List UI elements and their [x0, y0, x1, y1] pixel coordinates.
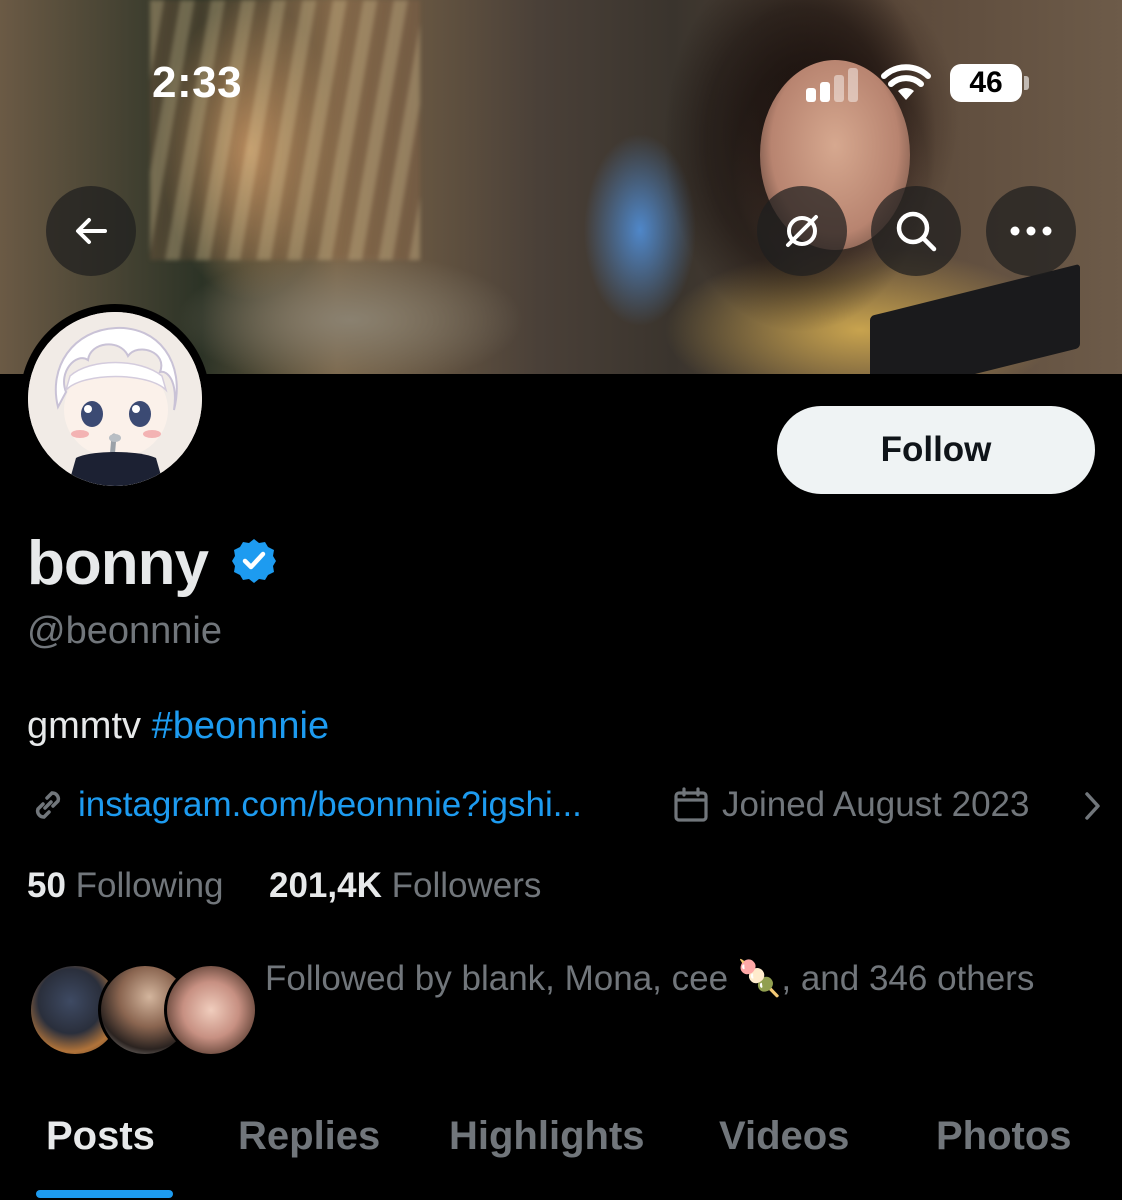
chevron-right-icon[interactable] [1082, 789, 1104, 828]
tab-replies[interactable]: Replies [238, 1114, 380, 1159]
tab-posts[interactable]: Posts [46, 1114, 155, 1159]
cellular-signal-icon [806, 66, 862, 102]
bio-text: gmmtv [27, 705, 141, 747]
joined-date: Joined August 2023 [722, 785, 1030, 824]
followed-by-avatars[interactable] [28, 963, 258, 1057]
follow-stats: 50 Following 201,4K Followers [27, 866, 541, 906]
back-button[interactable] [46, 186, 136, 276]
search-button[interactable] [871, 186, 961, 276]
follow-button[interactable]: Follow [777, 406, 1095, 494]
tab-highlights[interactable]: Highlights [449, 1114, 645, 1159]
more-horizontal-icon [1010, 226, 1052, 236]
profile-handle: @beonnnie [27, 610, 222, 652]
following-label: Following [75, 866, 224, 905]
display-name: bonny [27, 529, 209, 598]
battery-indicator: 46 [950, 64, 1022, 102]
status-time: 2:33 [152, 58, 243, 107]
grok-icon [786, 215, 818, 247]
battery-nub [1024, 76, 1029, 90]
profile-avatar[interactable] [20, 304, 210, 494]
more-options-button[interactable] [986, 186, 1076, 276]
search-icon [896, 211, 937, 252]
verified-badge-icon[interactable] [230, 537, 278, 590]
calendar-icon [672, 786, 710, 829]
followed-by-text[interactable]: Followed by blank, Mona, cee 🍡, and 346 … [265, 952, 1065, 1006]
mutual-avatar [164, 963, 258, 1057]
profile-website-link[interactable]: instagram.com/beonnnie?igshi... [78, 785, 582, 825]
wifi-icon [880, 64, 932, 107]
profile-banner[interactable] [0, 0, 1122, 374]
followed-by-suffix: , and 346 others [781, 959, 1035, 998]
banner-curtain [150, 0, 420, 260]
followed-by-emoji: 🍡 [737, 959, 782, 998]
grok-button[interactable] [757, 186, 847, 276]
profile-bio: gmmtv #beonnnie [27, 705, 329, 748]
followers-label: Followers [391, 866, 542, 905]
avatar-image [28, 312, 202, 486]
active-tab-indicator [36, 1190, 173, 1198]
tab-videos[interactable]: Videos [719, 1114, 849, 1159]
arrow-left-icon [76, 218, 107, 244]
profile-tabs: Posts Replies Highlights Videos Photos [0, 1110, 1122, 1200]
following-link[interactable]: 50 Following [27, 866, 224, 905]
followers-link[interactable]: 201,4K Followers [269, 866, 541, 905]
link-icon [29, 786, 67, 829]
tab-photos[interactable]: Photos [936, 1114, 1072, 1159]
followers-count: 201,4K [269, 866, 382, 905]
bio-hashtag-link[interactable]: #beonnnie [152, 705, 330, 747]
following-count: 50 [27, 866, 66, 905]
followed-by-prefix: Followed by blank, Mona, cee [265, 959, 729, 998]
